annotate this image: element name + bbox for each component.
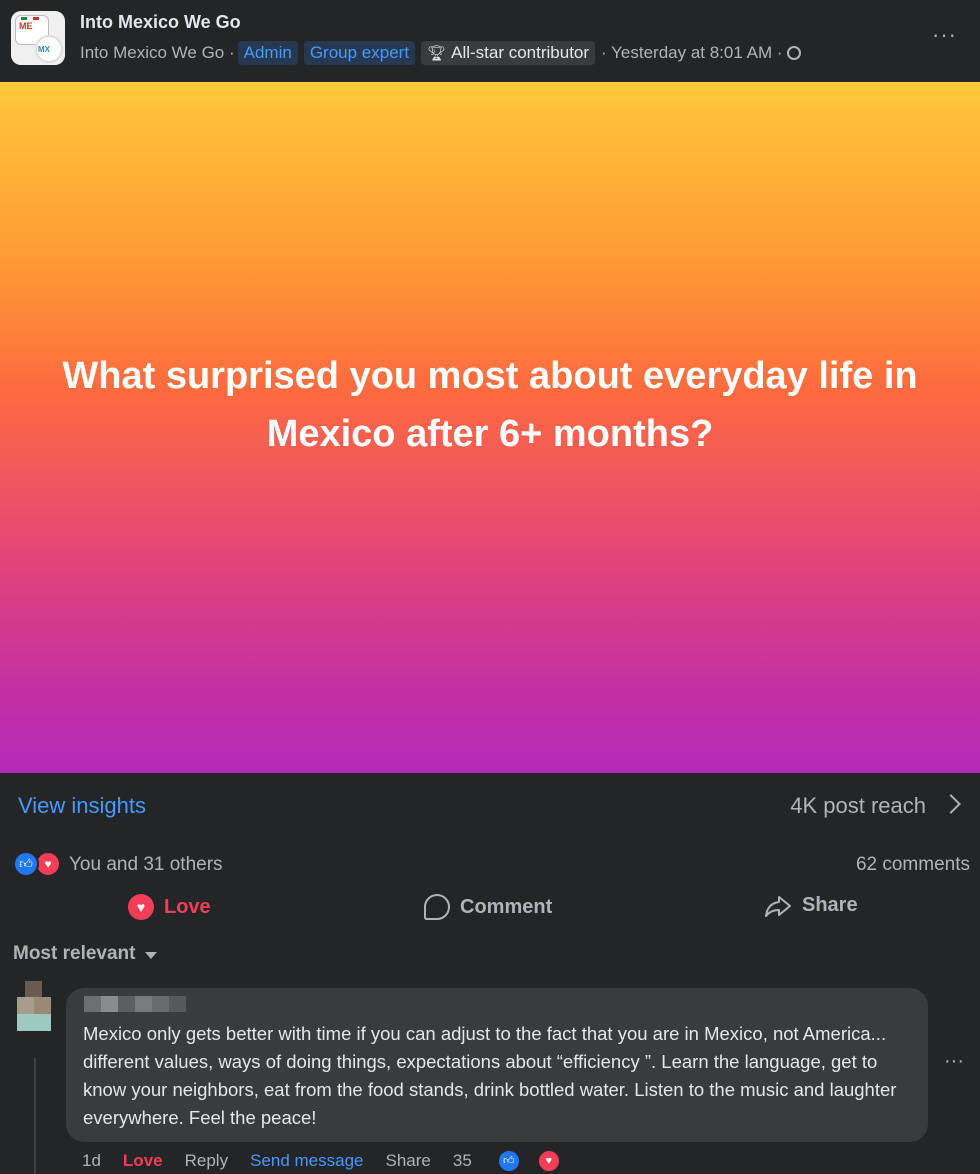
commenter-avatar[interactable] — [17, 981, 51, 1031]
post-header: ME MX Into Mexico We Go Into Mexico We G… — [0, 0, 980, 82]
comment-share-button[interactable]: Share — [385, 1151, 430, 1171]
share-button[interactable]: Share — [764, 894, 858, 917]
reaction-summary[interactable]: You and 31 others — [69, 854, 223, 876]
caret-down-icon — [145, 951, 158, 959]
comment-text: Mexico only gets better with time if you… — [83, 1023, 897, 1128]
badge-admin[interactable]: Admin — [237, 41, 298, 65]
share-arrow-icon — [765, 895, 791, 917]
comment-reaction-summary[interactable]: 35 👍︎ ♥ — [453, 1149, 583, 1173]
comment-more-button[interactable]: ··· — [944, 1050, 964, 1073]
badge-group-expert[interactable]: Group expert — [303, 41, 416, 65]
love-button[interactable]: ♥ Love — [128, 894, 211, 920]
comment-button[interactable]: Comment — [424, 894, 552, 920]
view-insights-link[interactable]: View insights — [18, 793, 146, 819]
comment-time[interactable]: 1d — [82, 1151, 101, 1171]
comment-reply-button[interactable]: Reply — [185, 1151, 228, 1171]
heart-icon: ♥ — [128, 894, 154, 920]
globe-icon — [786, 46, 801, 60]
trophy-icon: 🏆︎ — [427, 45, 447, 62]
comment-love-button[interactable]: Love — [123, 1151, 163, 1171]
post-reach[interactable]: 4K post reach — [790, 793, 926, 819]
love-reaction-icon: ♥ — [536, 1149, 561, 1173]
thread-line — [34, 1058, 36, 1174]
like-reaction-icon: 👍︎ — [496, 1149, 521, 1173]
logo-mark: ME — [19, 21, 33, 31]
comment-actions: 1d Love Reply Send message Share 35 👍︎ ♥ — [82, 1148, 583, 1174]
comment-button-label: Comment — [460, 895, 553, 918]
comment-sort-label: Most relevant — [13, 943, 136, 964]
post-timestamp[interactable]: · Yesterday at 8:01 AM · — [601, 43, 782, 63]
comment-bubble: Mexico only gets better with time if you… — [66, 988, 928, 1142]
commenter-name-redacted[interactable] — [84, 996, 186, 1012]
logo-mark-small: MX — [38, 45, 50, 54]
badge-all-star-label: All-star contributor — [451, 43, 590, 62]
like-reaction-icon: 👍︎ — [13, 851, 39, 877]
chevron-right-icon[interactable] — [941, 794, 961, 814]
reaction-summary-row: 👍︎ ♥ You and 31 others 62 comments — [0, 848, 980, 882]
flag-stripe — [21, 17, 39, 20]
action-row: ♥ Love Comment Share — [0, 886, 980, 930]
group-avatar[interactable]: ME MX — [11, 11, 65, 65]
author-name[interactable]: Into Mexico We Go · — [80, 43, 235, 63]
badge-all-star[interactable]: 🏆︎ All-star contributor — [421, 41, 596, 65]
post-meta: Into Mexico We Go · Admin Group expert 🏆… — [80, 40, 801, 66]
insights-row: View insights 4K post reach — [0, 773, 980, 839]
comment-bubble-icon — [424, 894, 450, 920]
comments-count[interactable]: 62 comments — [856, 854, 970, 876]
post-more-button[interactable]: ··· — [932, 22, 957, 48]
comment-sort-dropdown[interactable]: Most relevant — [13, 943, 158, 965]
group-name[interactable]: Into Mexico We Go — [80, 12, 241, 33]
send-message-link[interactable]: Send message — [250, 1151, 363, 1171]
banner-text: What surprised you most about everyday l… — [62, 354, 918, 455]
share-button-label: Share — [802, 894, 858, 916]
comment-reaction-count: 35 — [452, 1151, 472, 1170]
love-button-label: Love — [164, 895, 211, 918]
post-banner: What surprised you most about everyday l… — [0, 82, 980, 773]
